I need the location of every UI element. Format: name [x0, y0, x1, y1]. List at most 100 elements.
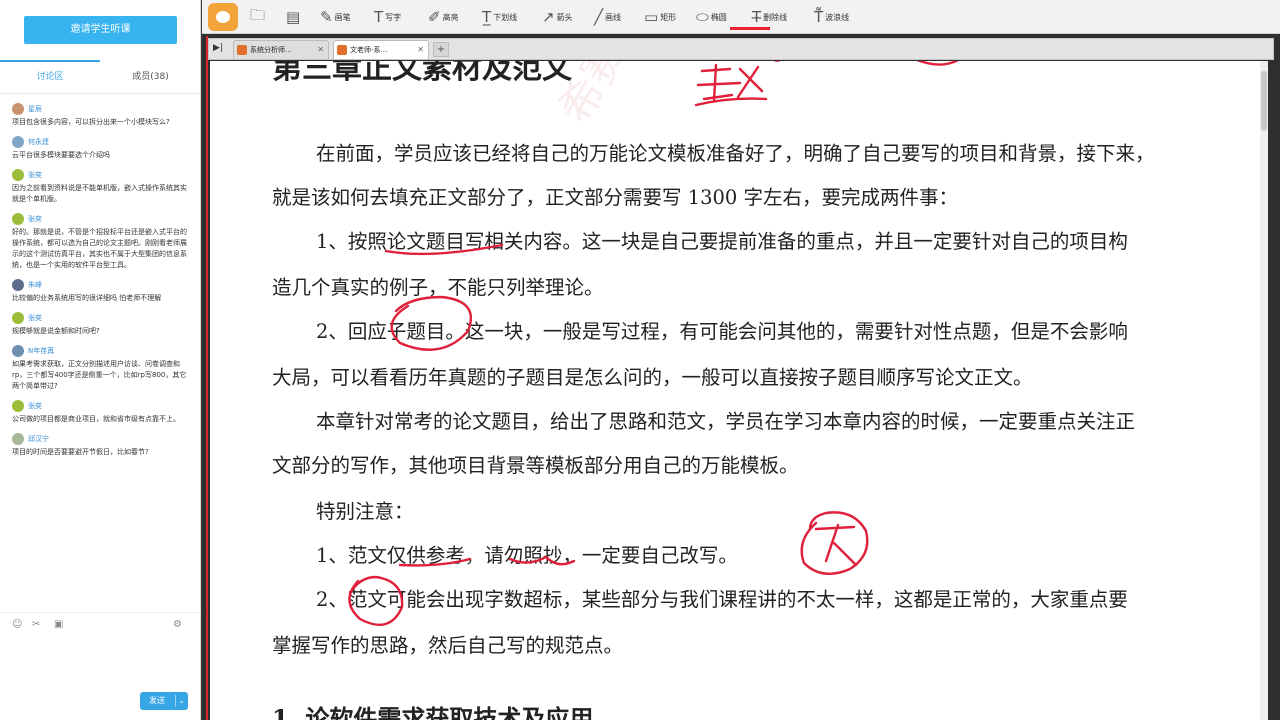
message-list[interactable]: 星辰 项目包含很多内容，可以拆分出来一个小模块写么? 何永建 云平台很多模块要要…	[0, 100, 201, 610]
wave-icon: T͌	[814, 8, 824, 26]
sidebar-toggle-icon[interactable]: ▶|	[213, 43, 223, 53]
send-button[interactable]: 发送 ⌄	[140, 692, 188, 710]
message-user[interactable]: 张奕	[28, 313, 42, 323]
tool-pencil[interactable]: ✎ 画笔	[320, 6, 351, 28]
tool-underline[interactable]: T̲ 下划线	[482, 6, 517, 28]
write-icon: T	[374, 8, 384, 26]
arrow-icon: ↗	[542, 8, 555, 26]
tab-discussion[interactable]: 讨论区	[0, 60, 100, 94]
message-user[interactable]: 张奕	[28, 214, 42, 224]
chat-toolbar: ☺ ✂ ▣ ⚙	[0, 612, 201, 638]
page-scrollbar[interactable]	[1260, 61, 1268, 720]
ink-scribble	[916, 61, 959, 66]
browser-tab-active[interactable]: 文老师-系... ✕	[333, 40, 429, 59]
page-heading: 第三章正文素材及范文	[272, 61, 572, 86]
message-text: 比较偏的业务系统用写的很详细吗 怕老师不理解	[12, 294, 162, 302]
tool-ellipse[interactable]: ⬭ 椭圆	[696, 6, 727, 28]
avatar	[12, 345, 24, 357]
emoji-icon[interactable]: ☺	[12, 619, 22, 630]
send-label: 发送	[149, 696, 165, 705]
paragraph-line: 就是该如何去填充正文部分了，正文部分需要写 1300 字左右，要完成两件事：	[272, 186, 959, 209]
paragraph-line: 大局，可以看看历年真题的子题目是怎么问的，一般可以直接按子题目顺序写论文正文。	[272, 366, 1033, 389]
tool-open[interactable]: 🗀	[250, 6, 267, 28]
list-item: 邱汉宁 项目的时间是否要要避开节假日，比如春节?	[0, 430, 201, 463]
tool-write[interactable]: T 写字	[374, 6, 401, 28]
tab-members[interactable]: 成员(38)	[100, 60, 201, 94]
invite-students-button[interactable]: 邀请学生听课	[24, 16, 177, 44]
list-item: 朱峰 比较偏的业务系统用写的很详细吗 怕老师不理解	[0, 276, 201, 309]
avatar	[12, 312, 24, 324]
list-item: 何永建 云平台很多模块要要选个介绍吗	[0, 133, 201, 166]
strikethrough-icon: T̶	[752, 8, 762, 26]
list-item: 张奕 因为之前看到资料说是不能单机版，嵌入式操作系统其实就是个单机版。	[0, 166, 201, 210]
settings-icon[interactable]: ⚙	[173, 619, 182, 630]
tool-wave[interactable]: T͌ 波浪线	[814, 6, 849, 28]
tool-highlight[interactable]: ✐ 高亮	[428, 6, 459, 28]
document-page[interactable]: 希赛搜索·文老师系统分析师 第三章正文素材及范文 在前面，学员应该已经将自己的万…	[210, 61, 1268, 720]
message-text: 规模够就是说金额和时间吧?	[12, 327, 100, 335]
document-icon	[237, 45, 247, 55]
folder-icon: 🗀	[250, 5, 266, 24]
tool-rectangle[interactable]: ▭ 矩形	[644, 6, 676, 28]
message-user[interactable]: 邱汉宁	[28, 434, 49, 444]
line-icon: ╱	[594, 8, 604, 26]
message-user[interactable]: 何永建	[28, 137, 49, 147]
avatar	[12, 213, 24, 225]
discussion-panel: 邀请学生听课 讨论区 成员(38) 星辰 项目包含很多内容，可以拆分出来一个小模…	[0, 0, 201, 720]
avatar	[12, 400, 24, 412]
message-user[interactable]: 星辰	[28, 104, 42, 114]
scroll-thumb[interactable]	[1261, 71, 1267, 131]
document-icon	[337, 45, 347, 55]
message-text: 项目包含很多内容，可以拆分出来一个小模块写么?	[12, 118, 170, 126]
message-text: 好的。那就是说，不管是个招投标平台还是嵌入式平台的操作系统，都可以选为自己的论文…	[12, 228, 187, 269]
ink-scribble	[694, 63, 768, 107]
list-item: 张奕 好的。那就是说，不管是个招投标平台还是嵌入式平台的操作系统，都可以选为自己…	[0, 210, 201, 276]
avatar	[12, 136, 24, 148]
chevron-down-icon[interactable]: ⌄	[178, 692, 185, 710]
new-tab-button[interactable]: +	[433, 42, 449, 57]
message-user[interactable]: N年荏苒	[28, 346, 54, 356]
avatar	[12, 103, 24, 115]
highlight-icon: ✐	[428, 8, 441, 26]
tool-strikethrough[interactable]: T̶ 删除线	[752, 6, 787, 28]
message-text: 云平台很多模块要要选个介绍吗	[12, 151, 110, 159]
paragraph-line: 掌握写作的思路，然后自己写的规范点。	[272, 634, 624, 657]
watermark: 希赛搜索·文老师系统分析师	[540, 61, 866, 133]
list-item: N年荏苒 如果考需求获取，正文分别描述用户访谈、问卷调查和rp，三个都写400字…	[0, 342, 201, 397]
avatar	[12, 433, 24, 445]
avatar	[12, 279, 24, 291]
message-user[interactable]: 张奕	[28, 401, 42, 411]
image-icon[interactable]: ▣	[54, 619, 63, 630]
ink-ellipse	[800, 511, 869, 575]
paragraph-line: 在前面，学员应该已经将自己的万能论文模板准备好了，明确了自己要写的项目和背景，接…	[316, 142, 1155, 165]
paragraph-line: 文部分的写作，其他项目背景等模板部分用自己的万能模板。	[272, 454, 799, 477]
save-icon: ▤	[286, 8, 301, 26]
paragraph-line: 本章针对常考的论文题目，给出了思路和范文，学员在学习本章内容的时候，一定要重点关…	[316, 410, 1136, 433]
message-text: 如果考需求获取，正文分别描述用户访谈、问卷调查和rp，三个都写400字还是侧重一…	[12, 360, 187, 390]
paragraph-line: 2、范文可能会出现字数超标，某些部分与我们课程讲的不太一样，这都是正常的，大家重…	[316, 588, 1128, 611]
message-text: 公司做的项目都是商业项目，就和省市级有点靠不上。	[12, 415, 180, 423]
app-logo	[208, 3, 238, 31]
recording-frame	[206, 36, 208, 720]
browser-tab[interactable]: 系统分析师... ✕	[233, 40, 329, 59]
paragraph-line: 特别注意：	[316, 500, 414, 523]
message-user[interactable]: 张奕	[28, 170, 42, 180]
message-text: 项目的时间是否要要避开节假日，比如春节?	[12, 448, 149, 456]
message-user[interactable]: 朱峰	[28, 280, 42, 290]
scissors-icon[interactable]: ✂	[32, 619, 40, 630]
close-icon[interactable]: ✕	[317, 41, 324, 59]
list-item: 张奕 规模够就是说金额和时间吧?	[0, 309, 201, 342]
message-text: 因为之前看到资料说是不能单机版，嵌入式操作系统其实就是个单机版。	[12, 184, 187, 203]
tool-line[interactable]: ╱ 画线	[594, 6, 621, 28]
pencil-icon: ✎	[320, 8, 333, 26]
close-icon[interactable]: ✕	[417, 41, 424, 59]
tool-save[interactable]: ▤	[286, 6, 302, 28]
paragraph-line: 1、按照论文题目写相关内容。这一块是自己要提前准备的重点，并且一定要针对自己的项…	[316, 230, 1128, 253]
paragraph-line: 2、回应子题目。这一块，一般是写过程，有可能会问其他的，需要针对性点题，但是不会…	[316, 320, 1128, 343]
tool-arrow[interactable]: ↗ 箭头	[542, 6, 573, 28]
underline-icon: T̲	[482, 8, 492, 26]
panel-tabs: 讨论区 成员(38)	[0, 60, 201, 94]
document-viewer: 🗀 ▤ ✎ 画笔 T 写字 ✐ 高亮 T̲ 下划线 ↗ 箭头 ╱ 画线 ▭ 矩形 ⬭ 椭圆 T̶…	[202, 0, 1280, 720]
browser-tab-bar: ▶| 系统分析师... ✕ 文老师-系... ✕ +	[208, 38, 1274, 60]
paragraph-line: 1、范文仅供参考，请勿照抄，一定要自己改写。	[316, 544, 738, 567]
